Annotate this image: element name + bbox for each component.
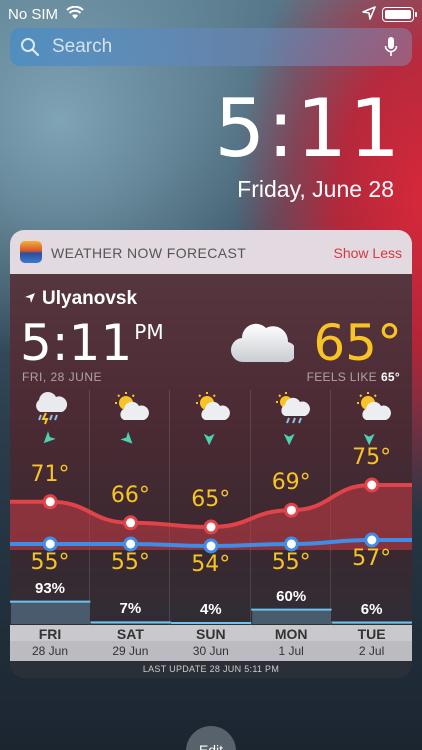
low-temp-label: 55° [110,550,150,575]
low-temp-label: 55° [271,550,311,575]
day-name: MON [274,626,308,642]
day-name: TUE [357,626,386,642]
precipitation-label: 7% [119,600,142,618]
low-temp-point [364,532,380,548]
low-temp-point [283,536,299,552]
high-temp-label: 71° [30,461,70,487]
last-update-label: LAST UPDATE 28 JUN 5:11 PM [142,664,280,674]
high-temp-point [203,519,219,535]
day-date: 30 Jun [192,644,229,658]
wind-direction-icon: ➤ [280,432,298,446]
city-name[interactable]: Ulyanovsk [24,288,137,310]
wind-direction-icon: ➤ [360,432,378,446]
weather-app-icon [20,241,42,263]
edit-label: Edit [198,742,224,750]
thunderstorm-rain-icon [32,392,68,431]
low-temp-point [123,536,139,552]
carrier-label: No SIM [8,6,59,23]
feels-like-value: 65° [380,370,400,384]
feels-like: FEELS LIKE 65° [307,370,400,384]
widget-time: 5:11 PM [20,314,164,372]
day-date: 28 Jun [31,644,69,658]
day-name: FRI [38,626,62,642]
microphone-icon[interactable] [384,36,398,63]
status-bar: No SIM [0,0,422,28]
cloud-icon [230,318,297,369]
battery-icon [382,7,417,22]
search-icon [20,37,40,62]
city-label: Ulyanovsk [42,288,138,309]
precipitation-label: 60% [276,587,307,605]
wind-direction-icon: ➤ [199,432,217,446]
location-arrow-icon [24,291,36,309]
high-temp-label: 65° [191,487,231,512]
low-temp-label: 54° [191,552,231,577]
current-temperature: 65° [313,314,402,372]
wind-direction-icon: ➤ [117,428,139,450]
widget-ampm: PM [134,320,164,344]
wind-direction-icon: ➤ [37,428,59,450]
day-date: 2 Jul [358,644,385,658]
high-temp-point [42,494,58,510]
widget-date: FRI, 28 JUNE [22,370,103,384]
search-bar[interactable]: Search [10,28,412,66]
feels-like-label: FEELS LIKE [306,370,377,384]
high-temp-point [283,502,299,518]
wind-speed: ➤ [251,430,331,448]
wind-speed: ➤ [10,428,90,450]
low-temp-point [203,538,219,554]
lockscreen-date: Friday, June 28 [237,176,394,202]
day-name: SAT [116,626,144,642]
high-temp-label: 69° [271,470,311,496]
high-temp-label: 75° [352,445,392,470]
precipitation-label: 4% [199,601,222,619]
partly-sunny-icon [354,392,392,427]
low-temp-label: 57° [352,546,392,571]
wifi-icon [66,5,84,24]
widget-time-value: 5:11 [20,314,133,372]
day-date: 29 Jun [112,644,149,658]
partly-sunny-icon [193,392,231,427]
show-less-button[interactable]: Show Less [334,245,402,261]
low-temp-point [42,536,58,552]
precipitation-label: 6% [360,600,383,618]
high-temp-point [123,515,139,531]
precipitation-label: 93% [34,579,66,597]
wind-speed: ➤ [90,428,170,450]
wind-speed: ➤ [171,430,251,448]
partly-sunny-icon [112,392,150,427]
location-arrow-icon [362,6,376,24]
search-input[interactable]: Search [52,36,112,58]
high-temp-point [364,477,380,493]
lockscreen-time: 5:11 [214,82,402,175]
high-temp-label: 66° [110,482,150,508]
sun-rain-icon [273,392,311,429]
edit-button[interactable]: Edit [186,726,236,750]
low-temp-label: 55° [30,550,70,575]
precipitation-bar [252,609,331,624]
widget-app-name: WEATHER NOW FORECAST [51,245,247,261]
precipitation-bar [11,601,90,624]
day-date: 1 Jul [278,644,304,658]
weather-widget[interactable]: WEATHER NOW FORECAST Show Less Ulyanovsk… [10,230,412,678]
widget-header: WEATHER NOW FORECAST Show Less [10,230,412,274]
day-name: SUN [196,626,226,642]
